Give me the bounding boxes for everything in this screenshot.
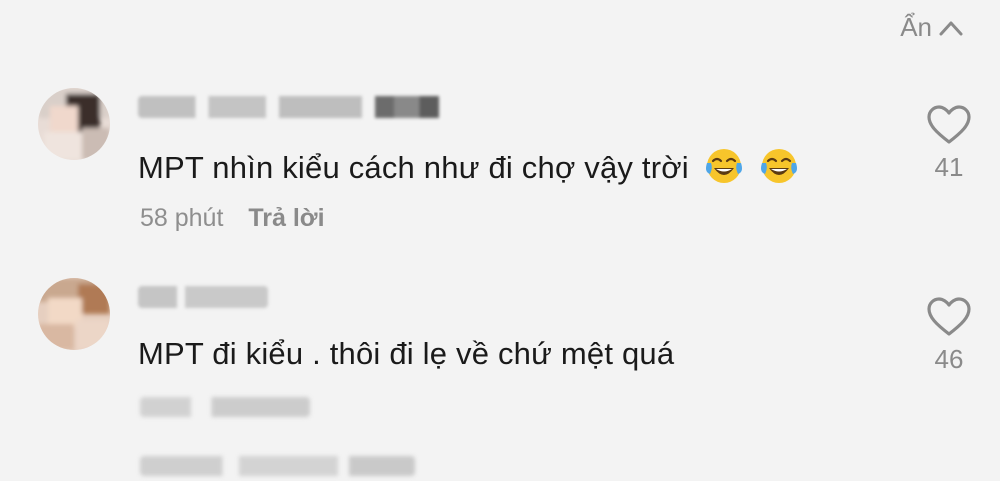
reply-button[interactable]: Trả lời	[248, 204, 324, 232]
comment-text: MPT nhìn kiểu cách như đi chợ vậy trời	[138, 146, 799, 186]
comment-meta: 58 phút Trả lời	[140, 204, 325, 233]
avatar-image	[38, 88, 110, 160]
avatar[interactable]	[38, 88, 110, 160]
hide-replies-toggle[interactable]: Ẩn	[900, 12, 964, 43]
like-button[interactable]: 41	[919, 104, 979, 183]
comment-body: MPT đi kiểu . thôi đi lẹ về chứ mệt quá	[138, 336, 675, 371]
comments-panel: Ẩn MPT nhìn kiểu cách như đi chợ vậy trờ…	[0, 0, 1000, 481]
avatar-image	[38, 278, 110, 350]
heart-icon	[927, 105, 971, 144]
username-censored	[138, 96, 458, 118]
comment-time: 58 phút	[140, 204, 224, 232]
username-censored	[138, 286, 268, 308]
comment-meta-censored	[140, 397, 310, 417]
heart-icon	[927, 297, 971, 336]
avatar[interactable]	[38, 278, 110, 350]
tears-of-joy-emoji-icon	[760, 149, 797, 183]
like-button[interactable]: 46	[919, 296, 979, 375]
tears-of-joy-emoji-icon	[705, 149, 742, 183]
like-count: 41	[934, 152, 964, 182]
comment-body: MPT nhìn kiểu cách như đi chợ vậy trời	[138, 150, 689, 185]
hide-label: Ẩn	[900, 12, 932, 42]
comment-text: MPT đi kiểu . thôi đi lẹ về chứ mệt quá	[138, 336, 674, 372]
chevron-up-icon	[939, 21, 963, 35]
view-replies-censored[interactable]	[140, 456, 415, 476]
like-count: 46	[934, 344, 964, 374]
